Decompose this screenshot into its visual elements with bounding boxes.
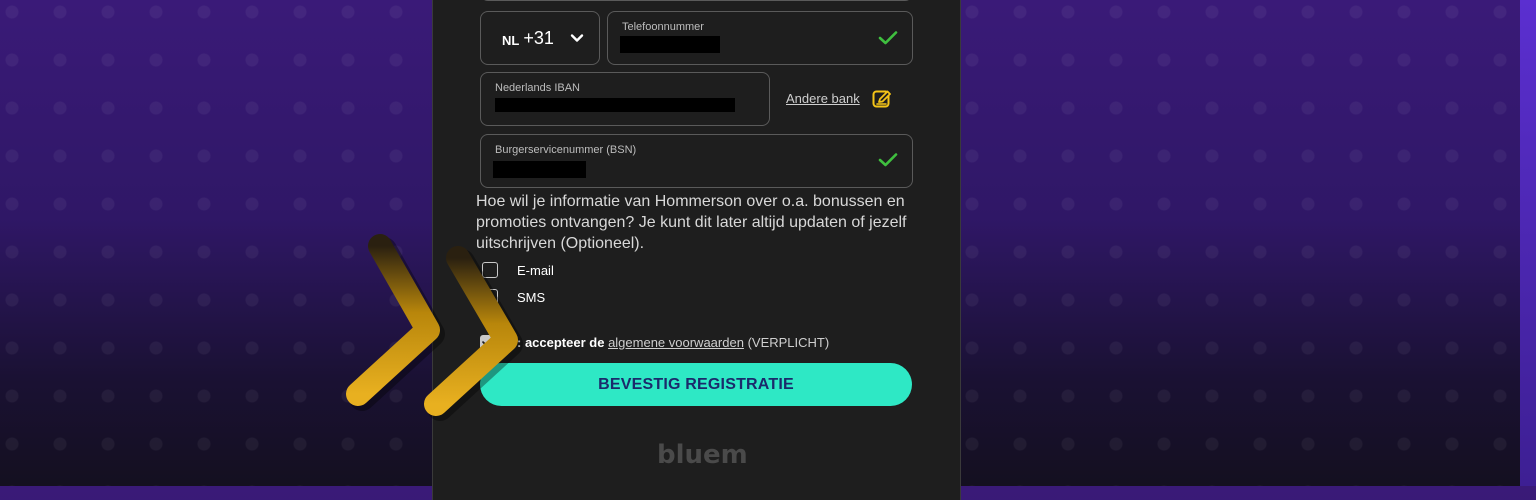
dial-code: +31 [523,27,554,48]
right-edge-strip [1520,0,1536,486]
phone-number-label: Telefoonnummer [622,21,704,33]
chevron-down-icon [570,34,584,42]
marketing-consent-question: Hoe wil je informatie van Hommerson over… [476,193,907,252]
terms-link[interactable]: algemene voorwaarden [608,335,744,350]
iban-label: Nederlands IBAN [495,82,580,94]
iban-field[interactable]: Nederlands IBAN [480,72,770,126]
terms-acceptance: : accepteer de algemene voorwaarden (VER… [517,335,829,350]
phone-number-field[interactable]: Telefoonnummer [607,11,913,65]
bsn-label: Burgerservicenummer (BSN) [495,144,637,156]
checkmark-icon [878,31,898,45]
country-code-prefix: NL [502,33,520,48]
redacted-phone-value [620,36,720,53]
bluem-logo: bluem [657,440,748,470]
double-chevron-right-icon [346,234,523,421]
previous-field-bottom [480,0,913,1]
bsn-field[interactable]: Burgerservicenummer (BSN) [480,134,913,188]
edit-icon[interactable] [871,88,893,110]
redacted-bsn-value [493,161,586,178]
country-code-select[interactable]: NL +31 [480,11,600,65]
confirm-registration-button[interactable]: BEVESTIG REGISTRATIE [480,363,912,406]
redacted-iban-value [495,98,735,112]
checkmark-icon [878,153,898,167]
other-bank-link[interactable]: Andere bank [786,91,860,106]
terms-required-note: (VERPLICHT) [747,335,830,350]
terms-prefix: : accepteer de [517,335,605,350]
